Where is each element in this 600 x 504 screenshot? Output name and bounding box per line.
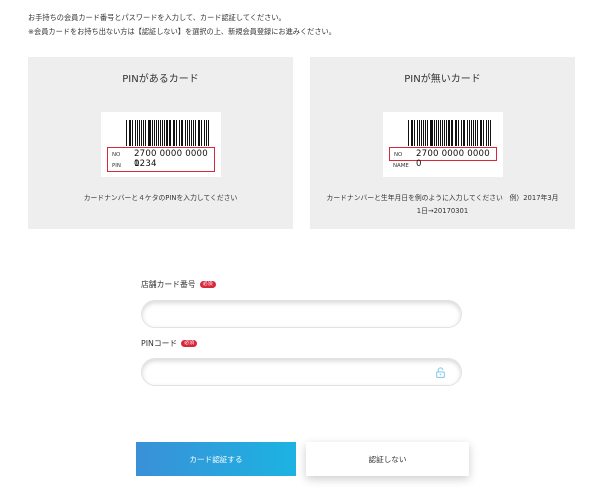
description-line-2: 1日→20170301 <box>416 207 469 215</box>
barcode-bar <box>424 120 426 146</box>
no-label: NO <box>394 152 403 158</box>
card-number-label-text: 店舗カード番号 <box>141 280 196 289</box>
barcode-bar <box>131 120 133 146</box>
barcode-bar <box>168 120 170 146</box>
name-label: NAME <box>393 163 409 169</box>
no-label: NO <box>112 152 121 158</box>
card-without-pin-title: PINが無いカード <box>404 74 481 85</box>
barcode-bar <box>460 120 462 146</box>
pin-field-label: PINコード 必須 <box>141 338 198 349</box>
barcode-bar <box>473 120 475 146</box>
card-number-highlight: NO 2700 0000 0000 0 PIN 1234 <box>107 147 215 172</box>
barcode-bar <box>426 120 428 146</box>
card-without-pin-panel: PINが無いカード NO 2700 0000 0000 0 NAME カードナン… <box>310 57 575 229</box>
card-number-input[interactable] <box>141 300 462 328</box>
card-number: 2700 0000 0000 0 <box>416 149 490 169</box>
barcode-bar <box>161 120 163 146</box>
card-with-pin-title: PINがあるカード <box>122 74 199 85</box>
pin-number: 1234 <box>134 159 157 169</box>
barcode-bar <box>413 120 415 146</box>
barcode-bar <box>166 120 168 146</box>
barcode-bar <box>191 120 193 146</box>
barcode-bar <box>457 120 459 146</box>
barcode-bar <box>134 120 137 146</box>
card-with-pin-description: カードナンバーと４ケタのPINを入力してください <box>83 194 238 202</box>
description-line-1: カードナンバーと生年月日を例のように入力してください 例）2017年3月 <box>326 194 559 202</box>
pin-input[interactable] <box>154 363 434 381</box>
card-number-field-label: 店舗カード番号 必須 <box>141 279 216 290</box>
barcode-bar <box>149 120 151 146</box>
barcode-bar <box>184 120 187 146</box>
barcode-bar <box>126 120 127 146</box>
barcode-bar <box>193 120 195 146</box>
card-number-highlight: NO 2700 0000 0000 0 <box>389 147 497 169</box>
intro-line-1: お手持ちの会員カード番号とパスワードを入力して、カード認証してください。 <box>28 13 286 22</box>
barcode-bar <box>437 120 439 146</box>
barcode-bar <box>408 120 409 146</box>
pin-label-text: PINコード <box>141 339 178 348</box>
skip-authentication-button[interactable]: 認証しない <box>306 442 469 476</box>
barcode-bar <box>475 120 477 146</box>
card-without-pin-image: NO 2700 0000 0000 0 NAME <box>383 112 503 177</box>
barcode-bar <box>178 120 180 146</box>
required-badge: 必須 <box>181 340 198 347</box>
barcode-bar <box>448 120 450 146</box>
lock-icon[interactable] <box>436 367 445 378</box>
pin-label: PIN <box>112 163 121 169</box>
required-badge: 必須 <box>199 281 216 288</box>
card-with-pin-panel: PINがあるカード NO 2700 0000 0000 0 PIN 1234 カ… <box>28 57 293 229</box>
authenticate-card-button[interactable]: カード認証する <box>136 442 296 476</box>
barcode-bar <box>431 120 433 146</box>
barcode <box>408 120 492 146</box>
barcode-bar <box>199 120 201 146</box>
intro-line-2: ※会員カードをお持ち出ない方は【認証しない】を選択の上、新規会員登録にお進みくだ… <box>28 27 336 36</box>
pin-input-wrapper <box>141 358 462 386</box>
barcode-bar <box>485 120 488 146</box>
barcode-bar <box>450 120 452 146</box>
barcode-bar <box>443 120 445 146</box>
barcode-bar <box>416 120 419 146</box>
card-without-pin-description: カードナンバーと生年月日を例のように入力してください 例）2017年3月 1日→… <box>310 192 575 218</box>
intro-text: お手持ちの会員カード番号とパスワードを入力して、カード認証してください。 ※会員… <box>28 11 336 39</box>
barcode-bar <box>481 120 483 146</box>
barcode-bar <box>466 120 469 146</box>
barcode-bar <box>175 120 177 146</box>
barcode-bar <box>142 120 144 146</box>
barcode <box>126 120 210 146</box>
barcode-bar <box>155 120 157 146</box>
barcode-bar <box>144 120 146 146</box>
card-with-pin-image: NO 2700 0000 0000 0 PIN 1234 <box>101 112 221 177</box>
barcode-bar <box>203 120 206 146</box>
